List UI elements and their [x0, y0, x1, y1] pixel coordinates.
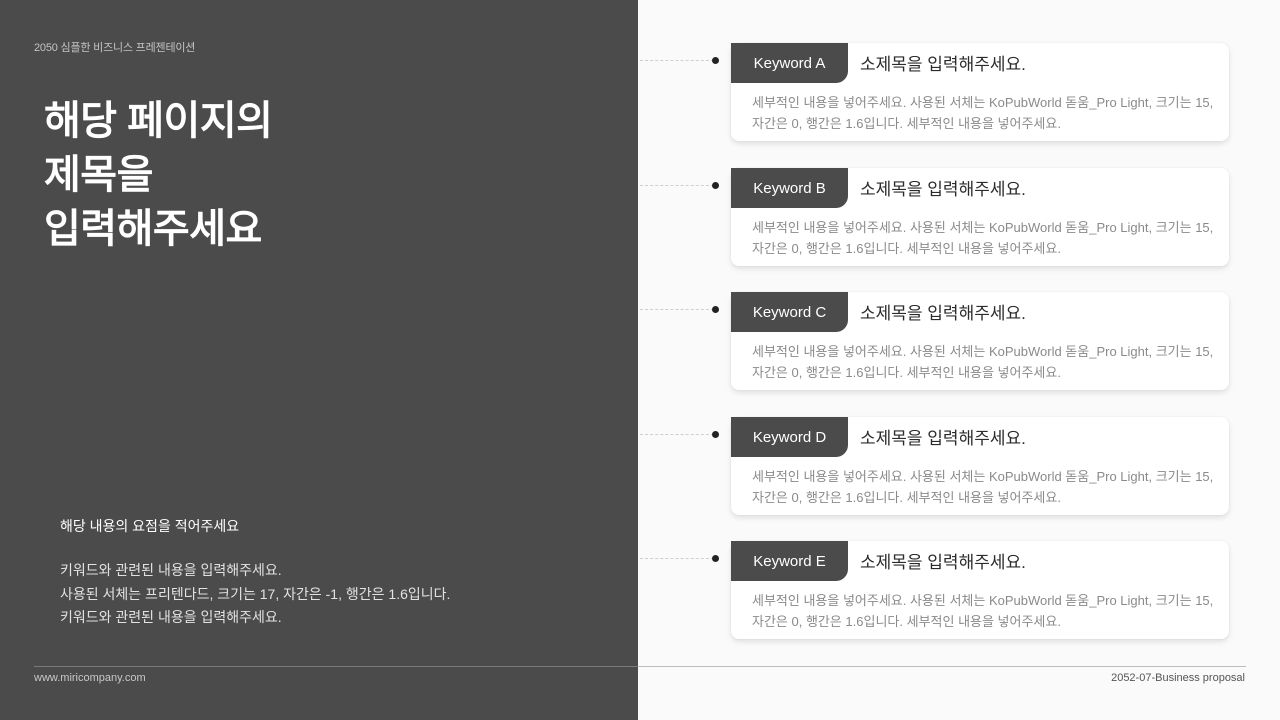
card-description: 세부적인 내용을 넣어주세요. 사용된 서체는 KoPubWorld 돋움_Pr…	[752, 217, 1222, 259]
desc-line-2: 자간은 0, 행간은 1.6입니다. 세부적인 내용을 넣어주세요.	[752, 241, 1061, 256]
connector-line	[640, 309, 714, 310]
desc-line-1: 세부적인 내용을 넣어주세요. 사용된 서체는 KoPubWorld 돋움_Pr…	[752, 95, 1214, 110]
connector-line	[640, 434, 714, 435]
bullet-dot	[712, 57, 719, 64]
right-panel: Keyword A 소제목을 입력해주세요. 세부적인 내용을 넣어주세요. 사…	[638, 0, 1280, 720]
desc-line-2: 자간은 0, 행간은 1.6입니다. 세부적인 내용을 넣어주세요.	[752, 490, 1061, 505]
summary-line-3: 키워드와 관련된 내용을 입력해주세요.	[60, 609, 282, 625]
card-subtitle: 소제목을 입력해주세요.	[860, 304, 1026, 323]
presentation-label: 2050 심플한 비즈니스 프레젠테이션	[34, 42, 196, 54]
keyword-item-a: Keyword A 소제목을 입력해주세요. 세부적인 내용을 넣어주세요. 사…	[638, 43, 1280, 143]
keyword-tab: Keyword B	[731, 168, 848, 208]
summary-line-1: 키워드와 관련된 내용을 입력해주세요.	[60, 562, 282, 578]
desc-line-2: 자간은 0, 행간은 1.6입니다. 세부적인 내용을 넣어주세요.	[752, 116, 1061, 131]
footer-website: www.miricompany.com	[34, 672, 146, 684]
card-subtitle: 소제목을 입력해주세요.	[860, 553, 1026, 572]
page-title-line-3: 입력해주세요	[44, 207, 262, 251]
keyword-card: Keyword A 소제목을 입력해주세요. 세부적인 내용을 넣어주세요. 사…	[731, 43, 1229, 141]
summary-heading: 해당 내용의 요점을 적어주세요	[60, 518, 240, 534]
connector-line	[640, 60, 714, 61]
card-description: 세부적인 내용을 넣어주세요. 사용된 서체는 KoPubWorld 돋움_Pr…	[752, 466, 1222, 508]
card-description: 세부적인 내용을 넣어주세요. 사용된 서체는 KoPubWorld 돋움_Pr…	[752, 590, 1222, 632]
desc-line-1: 세부적인 내용을 넣어주세요. 사용된 서체는 KoPubWorld 돋움_Pr…	[752, 344, 1214, 359]
bullet-dot	[712, 182, 719, 189]
keyword-item-c: Keyword C 소제목을 입력해주세요. 세부적인 내용을 넣어주세요. 사…	[638, 292, 1280, 392]
card-description: 세부적인 내용을 넣어주세요. 사용된 서체는 KoPubWorld 돋움_Pr…	[752, 341, 1222, 383]
page-title-line-2: 제목을	[44, 153, 153, 197]
keyword-item-b: Keyword B 소제목을 입력해주세요. 세부적인 내용을 넣어주세요. 사…	[638, 168, 1280, 268]
desc-line-1: 세부적인 내용을 넣어주세요. 사용된 서체는 KoPubWorld 돋움_Pr…	[752, 469, 1214, 484]
keyword-card: Keyword D 소제목을 입력해주세요. 세부적인 내용을 넣어주세요. 사…	[731, 417, 1229, 515]
keyword-card: Keyword C 소제목을 입력해주세요. 세부적인 내용을 넣어주세요. 사…	[731, 292, 1229, 390]
keyword-card: Keyword E 소제목을 입력해주세요. 세부적인 내용을 넣어주세요. 사…	[731, 541, 1229, 639]
keyword-item-d: Keyword D 소제목을 입력해주세요. 세부적인 내용을 넣어주세요. 사…	[638, 417, 1280, 517]
bullet-dot	[712, 306, 719, 313]
bullet-dot	[712, 555, 719, 562]
keyword-card: Keyword B 소제목을 입력해주세요. 세부적인 내용을 넣어주세요. 사…	[731, 168, 1229, 266]
summary-line-2: 사용된 서체는 프리텐다드, 크기는 17, 자간은 -1, 행간은 1.6입니…	[60, 585, 451, 602]
keyword-item-e: Keyword E 소제목을 입력해주세요. 세부적인 내용을 넣어주세요. 사…	[638, 541, 1280, 641]
page-title-line-1: 해당 페이지의	[44, 99, 273, 143]
footer-divider-right	[638, 666, 1246, 667]
connector-line	[640, 558, 714, 559]
left-panel: 2050 심플한 비즈니스 프레젠테이션 해당 페이지의 제목을 입력해주세요 …	[0, 0, 638, 720]
card-subtitle: 소제목을 입력해주세요.	[860, 55, 1026, 74]
desc-line-2: 자간은 0, 행간은 1.6입니다. 세부적인 내용을 넣어주세요.	[752, 614, 1061, 629]
bullet-dot	[712, 431, 719, 438]
keyword-tab: Keyword A	[731, 43, 848, 83]
desc-line-1: 세부적인 내용을 넣어주세요. 사용된 서체는 KoPubWorld 돋움_Pr…	[752, 593, 1214, 608]
card-subtitle: 소제목을 입력해주세요.	[860, 180, 1026, 199]
keyword-tab: Keyword D	[731, 417, 848, 457]
desc-line-1: 세부적인 내용을 넣어주세요. 사용된 서체는 KoPubWorld 돋움_Pr…	[752, 220, 1214, 235]
footer-date-label: 2052-07-Business proposal	[1111, 672, 1245, 684]
summary-body: 키워드와 관련된 내용을 입력해주세요. 사용된 서체는 프리텐다드, 크기는 …	[60, 559, 450, 630]
desc-line-2: 자간은 0, 행간은 1.6입니다. 세부적인 내용을 넣어주세요.	[752, 365, 1061, 380]
connector-line	[640, 185, 714, 186]
page-title: 해당 페이지의 제목을 입력해주세요	[44, 94, 273, 256]
keyword-tab: Keyword E	[731, 541, 848, 581]
keyword-tab: Keyword C	[731, 292, 848, 332]
card-subtitle: 소제목을 입력해주세요.	[860, 429, 1026, 448]
card-description: 세부적인 내용을 넣어주세요. 사용된 서체는 KoPubWorld 돋움_Pr…	[752, 92, 1222, 134]
